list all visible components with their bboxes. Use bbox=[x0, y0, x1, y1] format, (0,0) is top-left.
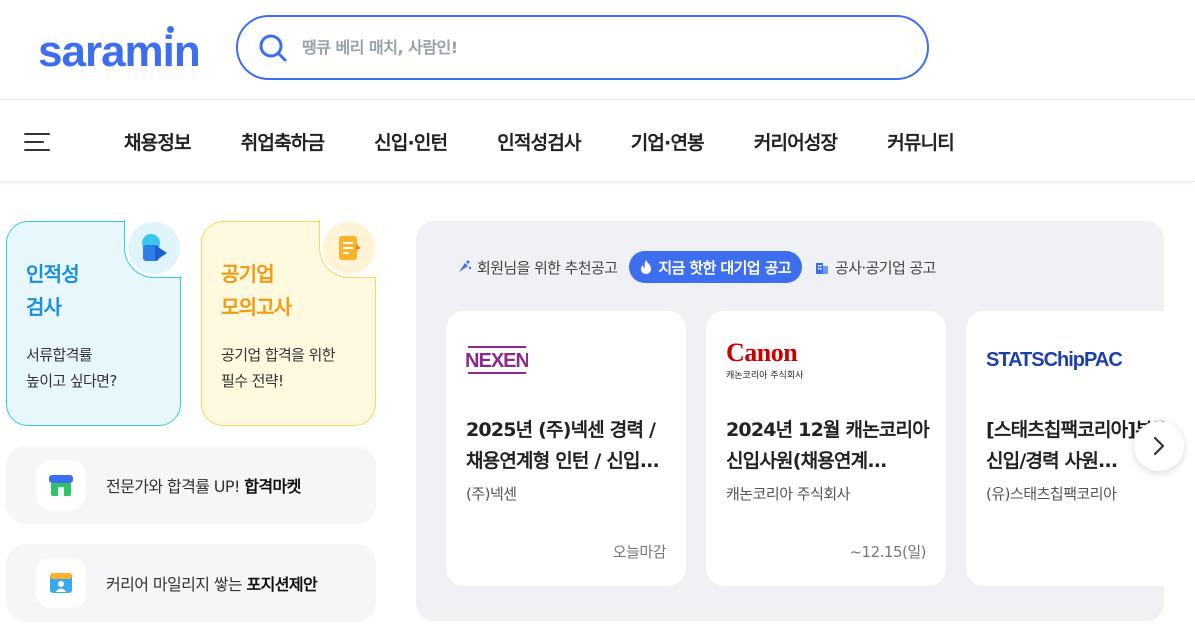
canon-logo-text: Canon bbox=[726, 337, 798, 367]
tab-hot-label: 지금 핫한 대기업 공고 bbox=[658, 258, 792, 277]
mock-exam-desc: 공기업 합격을 위한 필수 전략! bbox=[221, 346, 336, 390]
chevron-right-icon bbox=[1153, 436, 1165, 456]
search-icon[interactable] bbox=[258, 33, 288, 63]
mock-exam-title: 공기업 모의고사 bbox=[221, 262, 292, 319]
tab-recommended[interactable]: 회원님을 위한 추천공고 bbox=[456, 251, 618, 283]
search-bar[interactable] bbox=[236, 15, 929, 80]
nav-item-aptitude-test[interactable]: 인적성검사 bbox=[497, 128, 581, 155]
job-company[interactable]: 캐논코리아 주식회사 bbox=[726, 483, 850, 504]
carousel-next-button[interactable] bbox=[1134, 421, 1184, 471]
tab-public-label: 공사·공기업 공고 bbox=[835, 258, 936, 277]
tab-public-company[interactable]: 공사·공기업 공고 bbox=[814, 251, 936, 283]
position-offer-bold: 포지션제안 bbox=[246, 575, 318, 594]
nav-item-company-salary[interactable]: 기업·연봉 bbox=[631, 128, 705, 155]
job-card[interactable]: NEXEN 2025년 (주)넥센 경력 / 채용연계형 인턴 / 신입... … bbox=[446, 311, 686, 586]
saramin-logo[interactable]: saramin bbox=[38, 26, 201, 76]
site-header: saramin bbox=[0, 0, 1195, 100]
job-company[interactable]: (유)스태츠칩팩코리아 bbox=[986, 483, 1117, 504]
tab-recommended-label: 회원님을 위한 추천공고 bbox=[477, 258, 618, 277]
position-offer-card[interactable]: 커리어 마일리지 쌓는 포지션제안 bbox=[6, 544, 376, 622]
tab-hot-large-company[interactable]: 지금 핫한 대기업 공고 bbox=[629, 251, 803, 283]
job-deadline: 오늘마감 bbox=[612, 543, 667, 561]
job-recommend-panel: 회원님을 위한 추천공고 지금 핫한 대기업 공고 공사·공기업 공고 NEXE… bbox=[416, 221, 1164, 621]
position-offer-prefix: 커리어 마일리지 쌓는 bbox=[106, 575, 247, 594]
main-nav: 채용정보 취업축하금 신입·인턴 인적성검사 기업·연봉 커리어성장 커뮤니티 bbox=[0, 101, 1195, 182]
pass-market-card[interactable]: 전문가와 합격률 UP! 합격마켓 bbox=[6, 446, 376, 524]
canon-logo: Canon 캐논코리아 주식회사 bbox=[726, 336, 803, 384]
public-company-mock-exam-card[interactable]: 공기업 모의고사 공기업 합격을 위한 필수 전략! bbox=[201, 220, 377, 426]
nexen-logo: NEXEN bbox=[466, 336, 528, 384]
nav-items: 채용정보 취업축하금 신입·인턴 인적성검사 기업·연봉 커리어성장 커뮤니티 bbox=[124, 101, 1004, 182]
canon-logo-subtext: 캐논코리아 주식회사 bbox=[726, 370, 804, 381]
job-title[interactable]: 2025년 (주)넥센 경력 / 채용연계형 인턴 / 신입... bbox=[466, 415, 671, 477]
store-icon bbox=[36, 460, 86, 510]
job-card[interactable]: Canon 캐논코리아 주식회사 2024년 12월 캐논코리아 신입사원(채용… bbox=[706, 311, 946, 586]
play-icon bbox=[128, 222, 180, 274]
profile-card-icon bbox=[36, 558, 86, 608]
aptitude-test-card[interactable]: 인적성 검사 서류합격률 높이고 싶다면? bbox=[6, 220, 182, 426]
job-company[interactable]: (주)넥센 bbox=[466, 483, 517, 504]
pass-market-bold: 합격마켓 bbox=[244, 477, 301, 496]
job-title[interactable]: 2024년 12월 캐논코리아 신입사원(채용연계... bbox=[726, 415, 931, 477]
job-tabs: 회원님을 위한 추천공고 지금 핫한 대기업 공고 공사·공기업 공고 bbox=[456, 251, 948, 283]
nav-item-entry-intern[interactable]: 신입·인턴 bbox=[374, 128, 448, 155]
job-deadline: ~12.15(일) bbox=[849, 543, 926, 561]
fire-icon bbox=[641, 260, 652, 274]
logo-dot bbox=[166, 26, 174, 33]
nav-item-career-growth[interactable]: 커리어성장 bbox=[754, 128, 838, 155]
nav-item-congrats-bonus[interactable]: 취업축하금 bbox=[241, 128, 325, 155]
pass-market-text: 전문가와 합격률 UP! 합격마켓 bbox=[106, 473, 301, 497]
search-input[interactable] bbox=[302, 38, 862, 57]
statschippac-logo: STATSChipPAC bbox=[986, 336, 1123, 384]
hamburger-menu-icon[interactable] bbox=[24, 131, 50, 151]
nav-item-community[interactable]: 커뮤니티 bbox=[887, 128, 955, 155]
aptitude-test-title: 인적성 검사 bbox=[26, 262, 80, 319]
position-offer-text: 커리어 마일리지 쌓는 포지션제안 bbox=[106, 571, 318, 595]
document-pencil-icon bbox=[323, 222, 375, 274]
job-card-list: NEXEN 2025년 (주)넥센 경력 / 채용연계형 인턴 / 신입... … bbox=[446, 311, 1164, 586]
nexen-logo-text: NEXEN bbox=[466, 350, 528, 372]
sparkle-icon bbox=[459, 260, 472, 272]
logo-text: saramin bbox=[38, 27, 201, 76]
nav-item-jobs[interactable]: 채용정보 bbox=[124, 128, 192, 155]
building-icon bbox=[816, 263, 829, 274]
pass-market-prefix: 전문가와 합격률 UP! bbox=[106, 477, 245, 496]
aptitude-test-desc: 서류합격률 높이고 싶다면? bbox=[26, 346, 117, 390]
statschippac-logo-text: STATSChipPAC bbox=[986, 348, 1123, 371]
